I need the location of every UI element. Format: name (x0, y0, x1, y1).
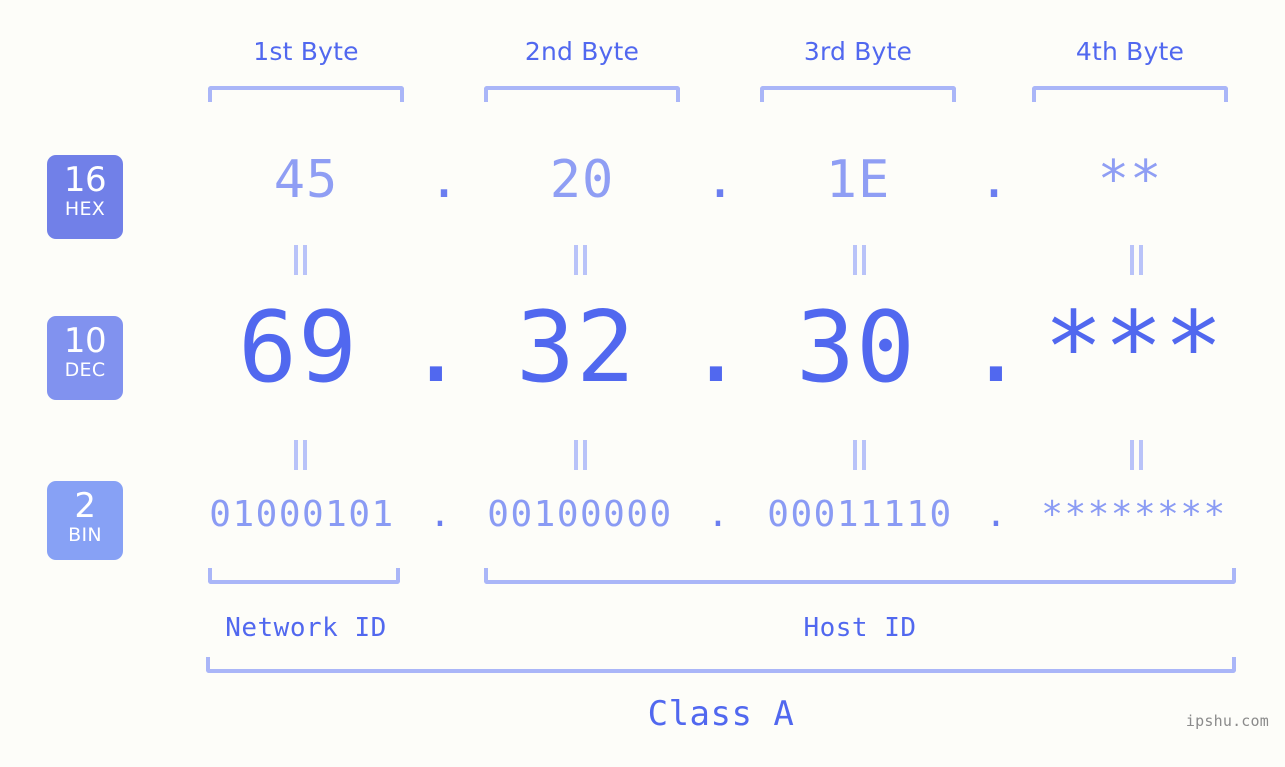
bin-byte-1-value: 01000101 (209, 494, 395, 535)
dec-byte-3-value: 30 (795, 291, 916, 405)
byte-bracket-1 (208, 86, 404, 102)
network-id-label: Network ID (225, 613, 387, 643)
equals-mark-dec-bin-4 (1124, 440, 1148, 470)
host-id-bracket (484, 568, 1236, 584)
hex-separator-2: . (704, 150, 736, 210)
bin-separator-2: . (707, 494, 729, 535)
base-badge-hex-number: 16 (63, 160, 107, 200)
hex-byte-4-value: ** (1097, 150, 1163, 210)
dec-separator-3: . (966, 291, 1026, 405)
hex-separator-3: . (978, 150, 1010, 210)
equals-mark-hex-dec-1 (288, 245, 312, 275)
base-badge-hex: 16 HEX (47, 155, 123, 239)
equals-mark-hex-dec-4 (1124, 245, 1148, 275)
dec-byte-2-value: 32 (515, 291, 636, 405)
bin-byte-2-value: 00100000 (487, 494, 673, 535)
byte-header-label-4: 4th Byte (1075, 37, 1185, 66)
dec-byte-4-value: *** (1043, 291, 1224, 405)
network-id-bracket (208, 568, 400, 584)
base-badge-dec: 10 DEC (47, 316, 123, 400)
dec-byte-1-value: 69 (237, 291, 358, 405)
byte-header-label-1: 1st Byte (253, 37, 359, 66)
base-badge-dec-name: DEC (64, 359, 106, 381)
base-badge-hex-name: HEX (64, 198, 106, 220)
bin-separator-1: . (429, 494, 451, 535)
hex-byte-3-value: 1E (825, 150, 891, 210)
bin-byte-3-value: 00011110 (767, 494, 953, 535)
equals-mark-hex-dec-2 (568, 245, 592, 275)
equals-mark-dec-bin-2 (568, 440, 592, 470)
bin-byte-4-value: ******** (1041, 494, 1227, 535)
base-badge-bin-number: 2 (74, 486, 96, 526)
byte-bracket-3 (760, 86, 956, 102)
host-id-label: Host ID (803, 613, 917, 643)
class-label: Class A (647, 694, 795, 734)
byte-header-label-2: 2nd Byte (524, 37, 640, 66)
bin-separator-3: . (985, 494, 1007, 535)
base-badge-bin: 2 BIN (47, 481, 123, 560)
equals-mark-hex-dec-3 (847, 245, 871, 275)
byte-header-label-3: 3rd Byte (803, 37, 913, 66)
site-watermark: ipshu.com (1185, 712, 1269, 730)
hex-byte-1-value: 45 (273, 150, 339, 210)
hex-byte-2-value: 20 (549, 150, 615, 210)
dec-separator-1: . (406, 291, 466, 405)
equals-mark-dec-bin-1 (288, 440, 312, 470)
byte-bracket-2 (484, 86, 680, 102)
base-badge-bin-name: BIN (68, 524, 102, 546)
dec-separator-2: . (686, 291, 746, 405)
byte-bracket-4 (1032, 86, 1228, 102)
hex-separator-1: . (428, 150, 460, 210)
equals-mark-dec-bin-3 (847, 440, 871, 470)
ip-byte-diagram: 1st Byte 2nd Byte 3rd Byte 4th Byte 16 H… (0, 0, 1285, 767)
class-bracket (206, 657, 1236, 673)
base-badge-dec-number: 10 (63, 321, 107, 361)
